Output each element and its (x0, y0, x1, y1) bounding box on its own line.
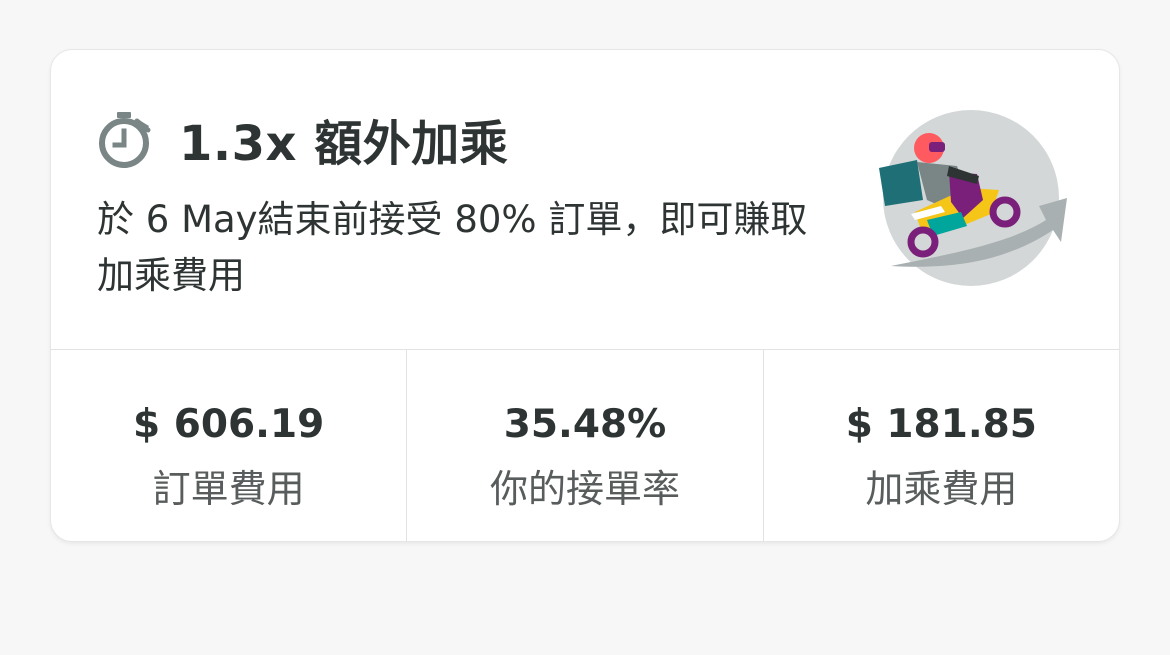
stat-label: 你的接單率 (489, 467, 680, 511)
stats-row: $ 606.19 訂單費用 35.48% 你的接單率 $ 181.85 加乘費用 (51, 350, 1119, 541)
stat-acceptance-rate: 35.48% 你的接單率 (406, 350, 762, 541)
boost-description: 於 6 May結束前接受 80% 訂單，即可賺取加乘費用 (97, 198, 808, 297)
stat-label: 訂單費用 (152, 467, 305, 511)
page: 1.3x 額外加乘 於 6 May結束前接受 80% 訂單，即可賺取加乘費用 $… (0, 0, 1170, 655)
stat-value: $ 181.85 (845, 402, 1037, 447)
stat-label: 加乘費用 (865, 467, 1018, 511)
title-row: 1.3x 額外加乘 (95, 104, 508, 174)
stopwatch-icon (95, 108, 157, 170)
stat-order-fee: $ 606.19 訂單費用 (51, 350, 406, 541)
boost-card-header: 1.3x 額外加乘 於 6 May結束前接受 80% 訂單，即可賺取加乘費用 (51, 50, 1119, 350)
stat-value: $ 606.19 (133, 402, 325, 447)
stat-boost-fee: $ 181.85 加乘費用 (762, 350, 1119, 541)
delivery-rider-illustration (871, 102, 1071, 302)
boost-card[interactable]: 1.3x 額外加乘 於 6 May結束前接受 80% 訂單，即可賺取加乘費用 $… (50, 49, 1120, 542)
boost-title: 1.3x 額外加乘 (179, 116, 509, 172)
stat-value: 35.48% (503, 402, 667, 447)
